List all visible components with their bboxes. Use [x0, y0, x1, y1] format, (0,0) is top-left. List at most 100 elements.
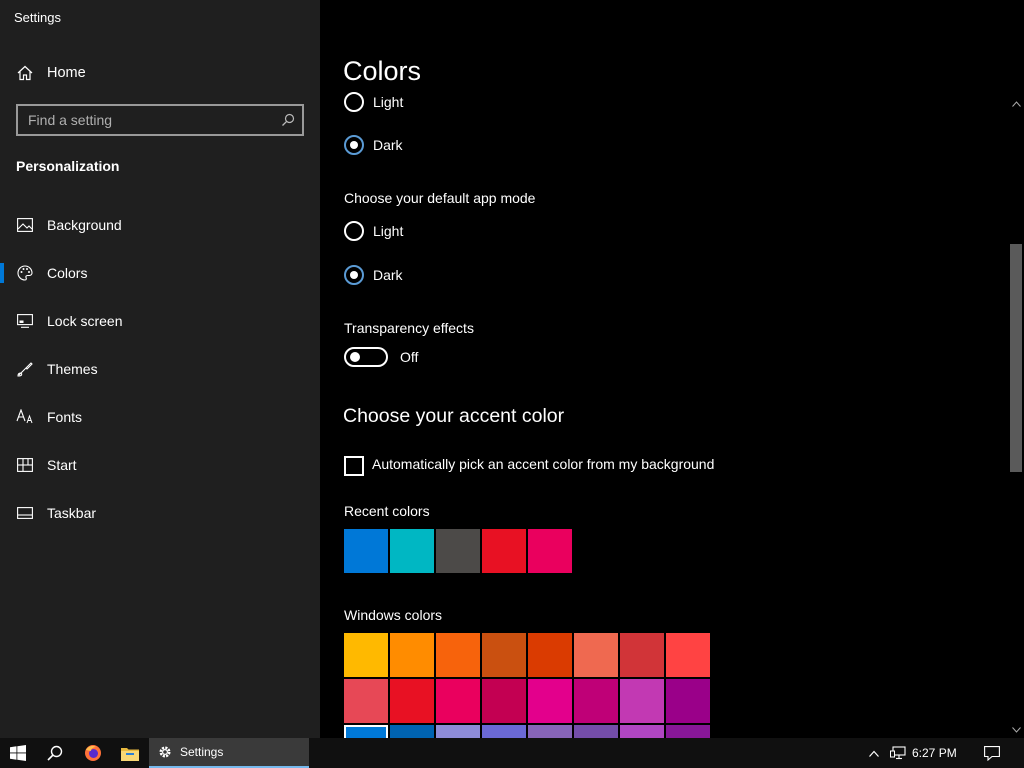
radio-label: Light [373, 94, 404, 110]
color-swatch[interactable] [344, 679, 388, 723]
picture-icon [16, 216, 34, 234]
taskbar-icon [16, 504, 34, 522]
transparency-toggle[interactable] [344, 347, 388, 367]
auto-accent-label: Automatically pick an accent color from … [372, 456, 715, 472]
color-swatch[interactable] [390, 633, 434, 677]
color-swatch[interactable] [482, 529, 526, 573]
sidebar-item-label: Lock screen [47, 313, 123, 329]
color-swatch[interactable] [666, 725, 710, 738]
chevron-up-icon [869, 750, 879, 757]
color-swatch[interactable] [344, 529, 388, 573]
scroll-thumb[interactable] [1010, 244, 1022, 472]
color-swatch[interactable] [574, 725, 618, 738]
page-title: Colors [343, 56, 422, 86]
radio-label: Dark [373, 267, 403, 283]
taskbar-search-button[interactable] [37, 738, 73, 768]
color-swatch[interactable] [482, 633, 526, 677]
home-icon [16, 64, 34, 82]
sidebar-item-lock-screen[interactable]: Lock screen [0, 301, 320, 341]
color-swatch[interactable] [574, 633, 618, 677]
home-nav-item[interactable]: Home [0, 53, 320, 93]
start-icon [16, 456, 34, 474]
color-swatch[interactable] [666, 679, 710, 723]
network-button[interactable] [888, 738, 908, 768]
sidebar-item-colors[interactable]: Colors [0, 253, 320, 293]
file-explorer-taskbar-button[interactable] [112, 738, 148, 768]
section-heading: Personalization [16, 158, 120, 174]
color-swatch[interactable] [620, 633, 664, 677]
transparency-state-label: Off [400, 349, 419, 365]
settings-taskbar-button[interactable]: Settings [149, 738, 309, 768]
color-swatch[interactable] [528, 529, 572, 573]
color-swatch[interactable] [344, 633, 388, 677]
color-swatch[interactable] [620, 679, 664, 723]
sidebar-item-start[interactable]: Start [0, 445, 320, 485]
transparency-heading: Transparency effects [344, 320, 474, 336]
notification-icon [984, 745, 1000, 761]
sidebar-item-background[interactable]: Background [0, 205, 320, 245]
windows-mode-dark-radio[interactable]: Dark [344, 135, 403, 155]
taskbar: Settings 6:27 PM [0, 738, 1024, 768]
radio-circle [344, 92, 364, 112]
selection-indicator [0, 263, 4, 283]
palette-icon [16, 264, 34, 282]
auto-accent-checkbox[interactable] [344, 456, 364, 476]
sidebar-item-fonts[interactable]: Fonts [0, 397, 320, 437]
radio-circle [344, 135, 364, 155]
app-mode-light-radio[interactable]: Light [344, 221, 403, 241]
app-mode-heading: Choose your default app mode [344, 190, 536, 206]
sidebar-item-label: Themes [47, 361, 98, 377]
action-center-button[interactable] [980, 738, 1004, 768]
app-mode-dark-radio[interactable]: Dark [344, 265, 403, 285]
color-swatch[interactable] [390, 679, 434, 723]
color-swatch[interactable] [620, 725, 664, 738]
windows-mode-light-radio[interactable]: Light [344, 92, 403, 112]
chevron-up-icon [1011, 101, 1021, 107]
color-swatch[interactable] [436, 529, 480, 573]
color-swatch[interactable] [528, 633, 572, 677]
sidebar: Settings Home Personalization Background… [0, 0, 320, 738]
taskbar-clock[interactable]: 6:27 PM [912, 738, 957, 768]
sidebar-item-label: Background [47, 217, 122, 233]
search-input[interactable] [18, 106, 274, 134]
firefox-taskbar-button[interactable] [75, 738, 111, 768]
color-swatch[interactable] [436, 679, 480, 723]
recent-colors-heading: Recent colors [344, 503, 430, 519]
scroll-down-button[interactable] [1008, 722, 1024, 738]
scrollbar[interactable] [1008, 96, 1024, 738]
home-label: Home [47, 65, 86, 81]
color-swatch[interactable] [574, 679, 618, 723]
color-swatch[interactable] [390, 529, 434, 573]
color-swatch[interactable] [482, 679, 526, 723]
windows-colors-row [344, 633, 710, 677]
search-icon [47, 745, 63, 761]
radio-circle [344, 265, 364, 285]
color-swatch[interactable] [528, 725, 572, 738]
search-box[interactable] [16, 104, 304, 136]
color-swatch[interactable] [528, 679, 572, 723]
sidebar-item-label: Taskbar [47, 505, 97, 521]
accent-heading: Choose your accent color [343, 405, 565, 427]
sidebar-item-label: Fonts [47, 409, 83, 425]
scroll-up-button[interactable] [1008, 96, 1024, 112]
color-swatch[interactable] [344, 725, 388, 738]
start-button[interactable] [0, 738, 36, 768]
sidebar-item-label: Colors [47, 265, 88, 281]
show-hidden-icons-button[interactable] [864, 738, 884, 768]
search-icon[interactable] [274, 106, 302, 134]
color-swatch[interactable] [666, 633, 710, 677]
color-swatch[interactable] [390, 725, 434, 738]
windows-colors-row [344, 679, 710, 723]
color-swatch[interactable] [436, 633, 480, 677]
fonts-icon [16, 408, 34, 426]
radio-label: Dark [373, 137, 403, 153]
color-swatch[interactable] [482, 725, 526, 738]
sidebar-item-taskbar[interactable]: Taskbar [0, 493, 320, 533]
main-content: Colors Light Dark Choose your default ap… [320, 0, 1024, 738]
color-swatch[interactable] [436, 725, 480, 738]
sidebar-item-themes[interactable]: Themes [0, 349, 320, 389]
lock-screen-icon [16, 312, 34, 330]
window-title: Settings [14, 10, 61, 25]
settings-taskbar-label: Settings [180, 745, 224, 759]
windows-logo-icon [10, 745, 26, 761]
